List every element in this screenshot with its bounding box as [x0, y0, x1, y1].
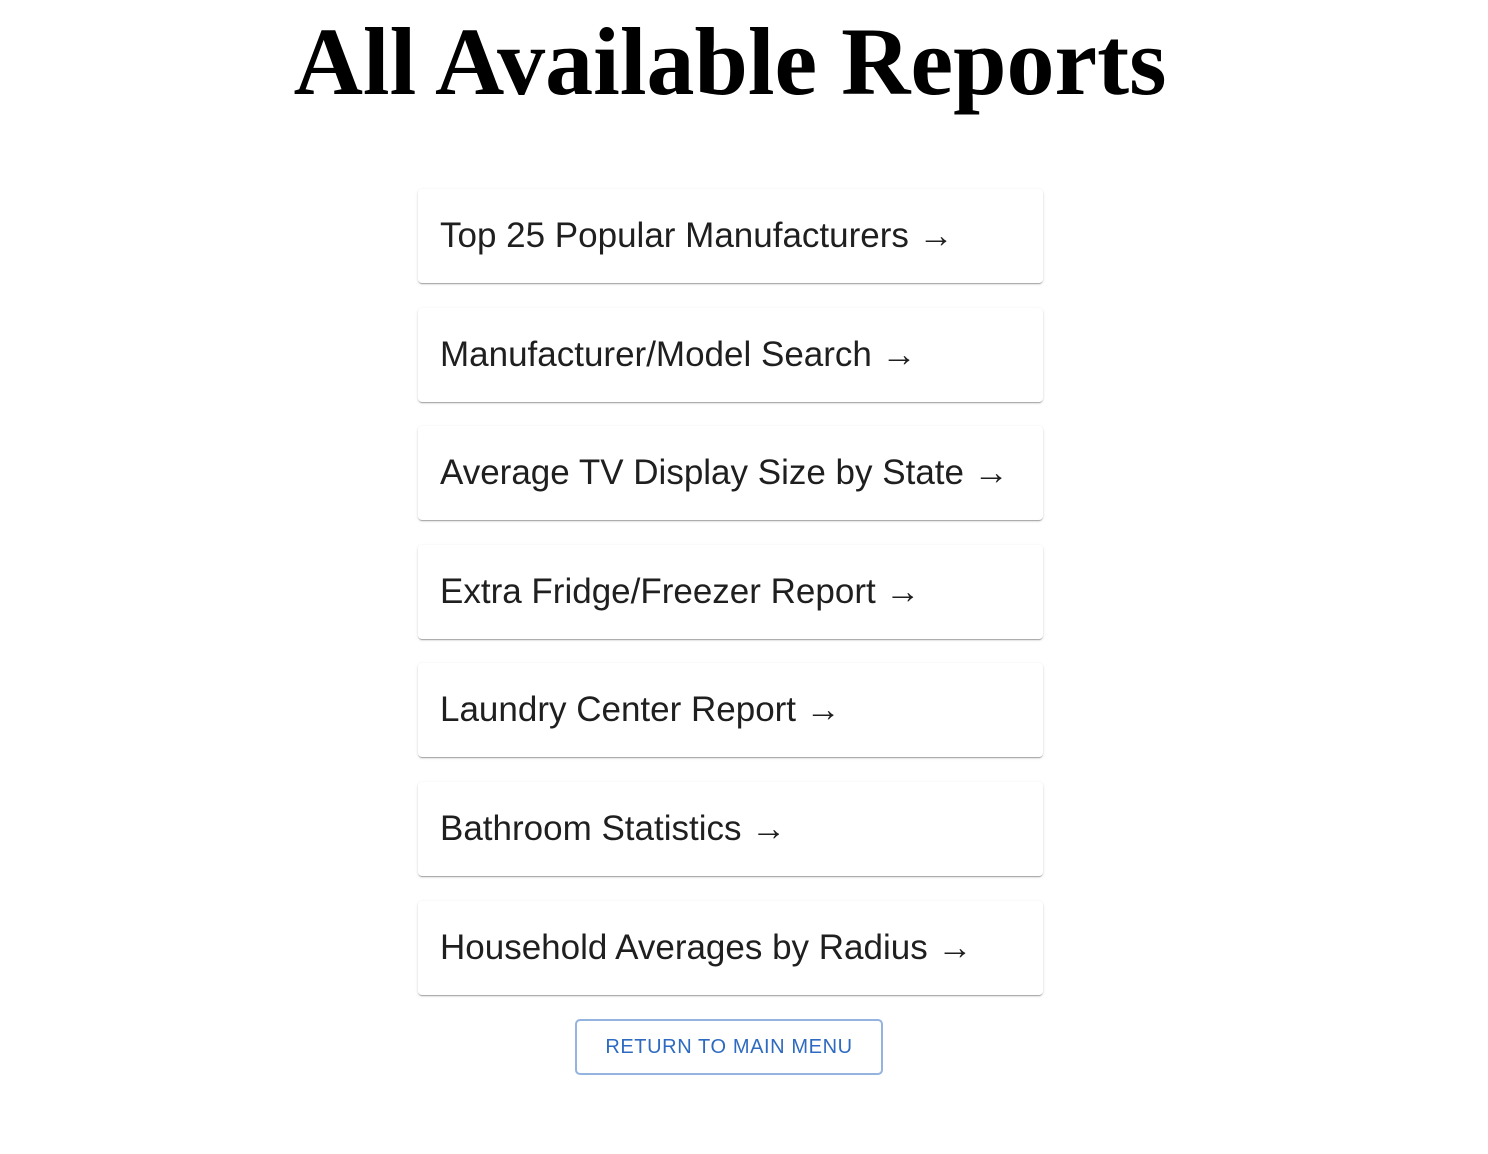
report-link-extra-fridge-freezer[interactable]: Extra Fridge/Freezer Report → — [418, 544, 1043, 639]
report-link-laundry-center[interactable]: Laundry Center Report → — [418, 663, 1043, 758]
report-link-average-tv-display-size[interactable]: Average TV Display Size by State → — [418, 426, 1043, 521]
report-link-label: Laundry Center Report → — [440, 690, 841, 730]
report-link-label: Top 25 Popular Manufacturers → — [440, 216, 954, 255]
report-link-label: Household Averages by Radius → — [440, 927, 973, 967]
page-title: All Available Reports — [293, 8, 1167, 115]
report-link-label: Extra Fridge/Freezer Report → — [440, 571, 921, 611]
report-link-top-25-manufacturers[interactable]: Top 25 Popular Manufacturers → — [418, 189, 1043, 283]
report-link-household-averages-by-radius[interactable]: Household Averages by Radius → — [418, 900, 1043, 995]
report-link-bathroom-statistics[interactable]: Bathroom Statistics → — [418, 781, 1043, 876]
report-link-manufacturer-model-search[interactable]: Manufacturer/Model Search → — [418, 307, 1043, 402]
return-to-main-menu-button[interactable]: RETURN TO MAIN MENU — [575, 1019, 883, 1075]
report-link-label: Manufacturer/Model Search → — [440, 334, 917, 374]
report-link-label: Average TV Display Size by State → — [440, 453, 1009, 493]
report-list: Top 25 Popular Manufacturers → Manufactu… — [418, 189, 1043, 1019]
report-link-label: Bathroom Statistics → — [440, 808, 787, 848]
